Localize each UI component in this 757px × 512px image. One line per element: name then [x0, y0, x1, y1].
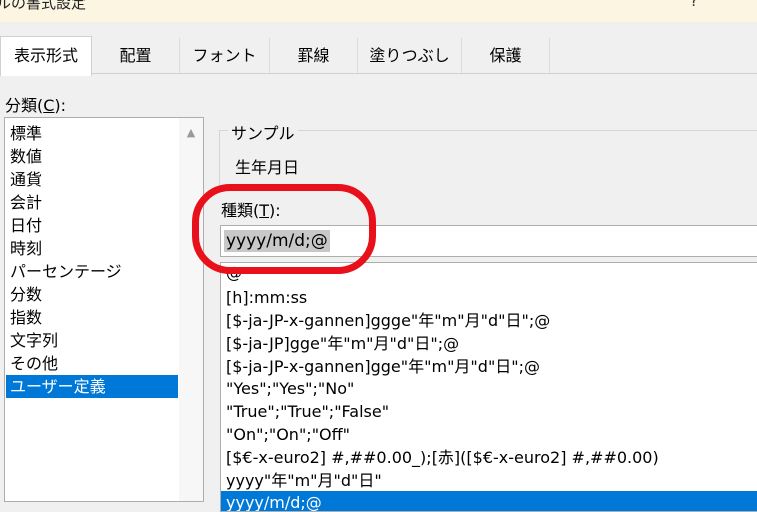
category-list[interactable]: 標準 数値 通貨 会計 日付 時刻 パーセンテージ 分数 指数 文字列 その他 … — [4, 117, 204, 502]
help-button[interactable]: ? — [690, 0, 698, 10]
category-scrollbar[interactable]: ▲ — [179, 118, 203, 501]
format-item[interactable]: @ — [221, 263, 757, 284]
title-bar: ルの書式設定 ? — [0, 0, 757, 22]
tab-alignment[interactable]: 配置 — [92, 38, 180, 74]
tab-number-format[interactable]: 表示形式 — [0, 36, 92, 76]
category-item-date[interactable]: 日付 — [6, 214, 178, 237]
dialog-title: ルの書式設定 — [0, 0, 87, 12]
format-item[interactable]: "Yes";"Yes";"No" — [221, 377, 757, 400]
format-item[interactable]: [$€-x-euro2] #,##0.00_);[赤]([$€-x-euro2]… — [221, 446, 757, 469]
type-input-value: yyyy/m/d;@ — [224, 230, 330, 252]
sample-group-box — [219, 130, 757, 186]
category-item-custom[interactable]: ユーザー定義 — [6, 375, 178, 398]
tab-font[interactable]: フォント — [180, 38, 270, 74]
tab-protection[interactable]: 保護 — [462, 38, 550, 74]
category-item-fraction[interactable]: 分数 — [6, 283, 178, 306]
format-item[interactable]: yyyy"年"m"月"d"日" — [221, 469, 757, 492]
type-input[interactable]: yyyy/m/d;@ — [220, 225, 757, 257]
category-item-time[interactable]: 時刻 — [6, 237, 178, 260]
category-item-standard[interactable]: 標準 — [6, 122, 178, 145]
type-label: 種類(T): — [221, 201, 281, 220]
sample-value: 生年月日 — [235, 158, 300, 177]
category-item-currency[interactable]: 通貨 — [6, 168, 178, 191]
format-item[interactable]: "True";"True";"False" — [221, 400, 757, 423]
format-list[interactable]: @ [h]:mm:ss [$-ja-JP-x-gannen]ggge"年"m"月… — [220, 262, 757, 512]
tab-fill[interactable]: 塗りつぶし — [358, 38, 462, 74]
format-item[interactable]: "On";"On";"Off" — [221, 423, 757, 446]
category-label: 分類(C): — [5, 96, 67, 115]
category-item-percentage[interactable]: パーセンテージ — [6, 260, 178, 283]
category-item-scientific[interactable]: 指数 — [6, 306, 178, 329]
category-item-text[interactable]: 文字列 — [6, 329, 178, 352]
format-item[interactable]: [h]:mm:ss — [221, 286, 757, 309]
format-item[interactable]: [$-ja-JP]gge"年"m"月"d"日";@ — [221, 332, 757, 355]
category-item-special[interactable]: その他 — [6, 352, 178, 375]
sample-label: サンプル — [228, 120, 298, 144]
tab-divider — [92, 73, 757, 74]
format-item[interactable]: [$-ja-JP-x-gannen]gge"年"m"月"d"日";@ — [221, 355, 757, 378]
category-item-accounting[interactable]: 会計 — [6, 191, 178, 214]
category-item-number[interactable]: 数値 — [6, 145, 178, 168]
scroll-up-arrow-icon[interactable]: ▲ — [179, 118, 203, 148]
tab-bar: 表示形式 配置 フォント 罫線 塗りつぶし 保護 — [0, 36, 757, 76]
tab-border[interactable]: 罫線 — [270, 38, 358, 74]
format-item[interactable]: [$-ja-JP-x-gannen]ggge"年"m"月"d"日";@ — [221, 309, 757, 332]
